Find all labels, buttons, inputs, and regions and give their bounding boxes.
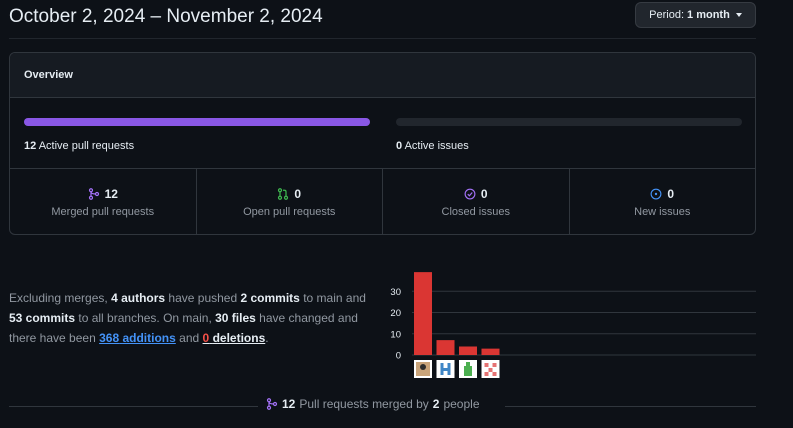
page-title: October 2, 2024 – November 2, 2024 xyxy=(9,6,323,27)
commits-all-count: 53 commits xyxy=(9,311,76,325)
commits-main-count: 2 commits xyxy=(240,291,300,305)
files-count: 30 files xyxy=(215,311,256,325)
closed-issues-label: Closed issues xyxy=(441,205,510,218)
issues-progress-bar xyxy=(396,118,742,126)
open-pr-label: Open pull requests xyxy=(243,205,336,218)
avatar-image xyxy=(488,368,493,372)
additions-count: 368 xyxy=(99,331,120,345)
bar xyxy=(481,348,500,355)
y-tick-label: 20 xyxy=(390,308,401,319)
stats-row: 12 Merged pull requests 0 Open pull requ… xyxy=(10,169,756,234)
new-issues-count: 0 xyxy=(667,186,675,201)
pull-requests-progress-bar xyxy=(24,118,370,126)
active-pull-requests-label: Active pull requests xyxy=(38,140,135,152)
y-tick-label: 30 xyxy=(390,287,401,298)
activity-bars: 12 Active pull requests 0 Active issues xyxy=(10,98,755,169)
divider xyxy=(9,406,258,407)
merged-label: Merged pull requests xyxy=(51,205,155,218)
avatar-image xyxy=(466,362,470,366)
bar xyxy=(436,340,455,355)
summary-text: to main and xyxy=(303,291,366,305)
stat-open-pull-requests[interactable]: 0 Open pull requests xyxy=(197,169,383,234)
avatar-image xyxy=(492,363,497,367)
pull-requests-progress-fill xyxy=(24,118,370,126)
commits-by-author-chart: 0 10 20 30 xyxy=(390,272,756,378)
avatar-image xyxy=(464,366,472,376)
active-issues-link[interactable]: 0 Active issues xyxy=(396,140,469,152)
avatar-image xyxy=(442,368,449,371)
new-issues-label: New issues xyxy=(634,205,691,218)
closed-issues-count: 0 xyxy=(480,186,488,201)
avatar-image xyxy=(420,364,426,370)
active-issues-count: 0 xyxy=(396,140,403,152)
additions-label: additions xyxy=(122,331,176,345)
divider xyxy=(505,406,756,407)
active-pull-requests-link[interactable]: 12 Active pull requests xyxy=(24,140,134,152)
overview-panel: Overview 12 Active pull requests 0 Activ… xyxy=(9,52,756,235)
open-pr-count: 0 xyxy=(294,186,302,201)
y-tick-label: 0 xyxy=(396,351,401,362)
commit-summary: Excluding merges, 4 authors have pushed … xyxy=(9,288,379,348)
overview-title: Overview xyxy=(10,53,755,98)
divider xyxy=(9,38,756,39)
people-count: 2 xyxy=(432,397,440,411)
summary-text: Excluding merges, xyxy=(9,291,108,305)
merged-by-summary: 12 Pull requests merged by 2 people xyxy=(266,397,480,411)
period-value: 1 month xyxy=(687,9,730,21)
bar xyxy=(414,272,432,355)
issue-opened-icon xyxy=(650,188,662,199)
footer-text: Pull requests merged by xyxy=(299,397,429,411)
period-dropdown-button[interactable]: Period: 1 month xyxy=(635,2,756,28)
git-merge-icon xyxy=(88,187,99,200)
bar xyxy=(459,346,477,355)
merged-pr-count: 12 xyxy=(282,397,296,411)
active-pull-requests-count: 12 xyxy=(24,140,37,152)
deletions-link[interactable]: 0 deletions xyxy=(203,331,266,345)
y-tick-label: 10 xyxy=(390,329,401,340)
merged-count: 12 xyxy=(104,186,118,201)
chevron-down-icon xyxy=(735,13,742,17)
deletions-label: deletions xyxy=(212,331,266,345)
deletions-count: 0 xyxy=(202,331,210,345)
summary-text: to all branches. On main, xyxy=(78,311,212,325)
period-prefix: Period: xyxy=(649,9,685,21)
git-pull-request-icon xyxy=(278,187,289,200)
avatar-image xyxy=(492,372,497,376)
stat-closed-issues[interactable]: 0 Closed issues xyxy=(383,169,570,234)
active-issues-label: Active issues xyxy=(404,140,469,152)
avatar-image xyxy=(484,372,489,376)
stat-merged-pull-requests[interactable]: 12 Merged pull requests xyxy=(10,169,197,234)
check-circle-icon xyxy=(464,188,476,199)
authors-count: 4 authors xyxy=(111,291,166,305)
avatar-image xyxy=(484,363,489,367)
stat-new-issues[interactable]: 0 New issues xyxy=(570,169,756,234)
summary-text: . xyxy=(265,331,269,345)
git-merge-icon xyxy=(266,398,278,410)
summary-text: and xyxy=(179,331,200,345)
additions-link[interactable]: 368 additions xyxy=(99,331,176,345)
summary-text: have pushed xyxy=(168,291,238,305)
footer-text: people xyxy=(443,397,480,411)
